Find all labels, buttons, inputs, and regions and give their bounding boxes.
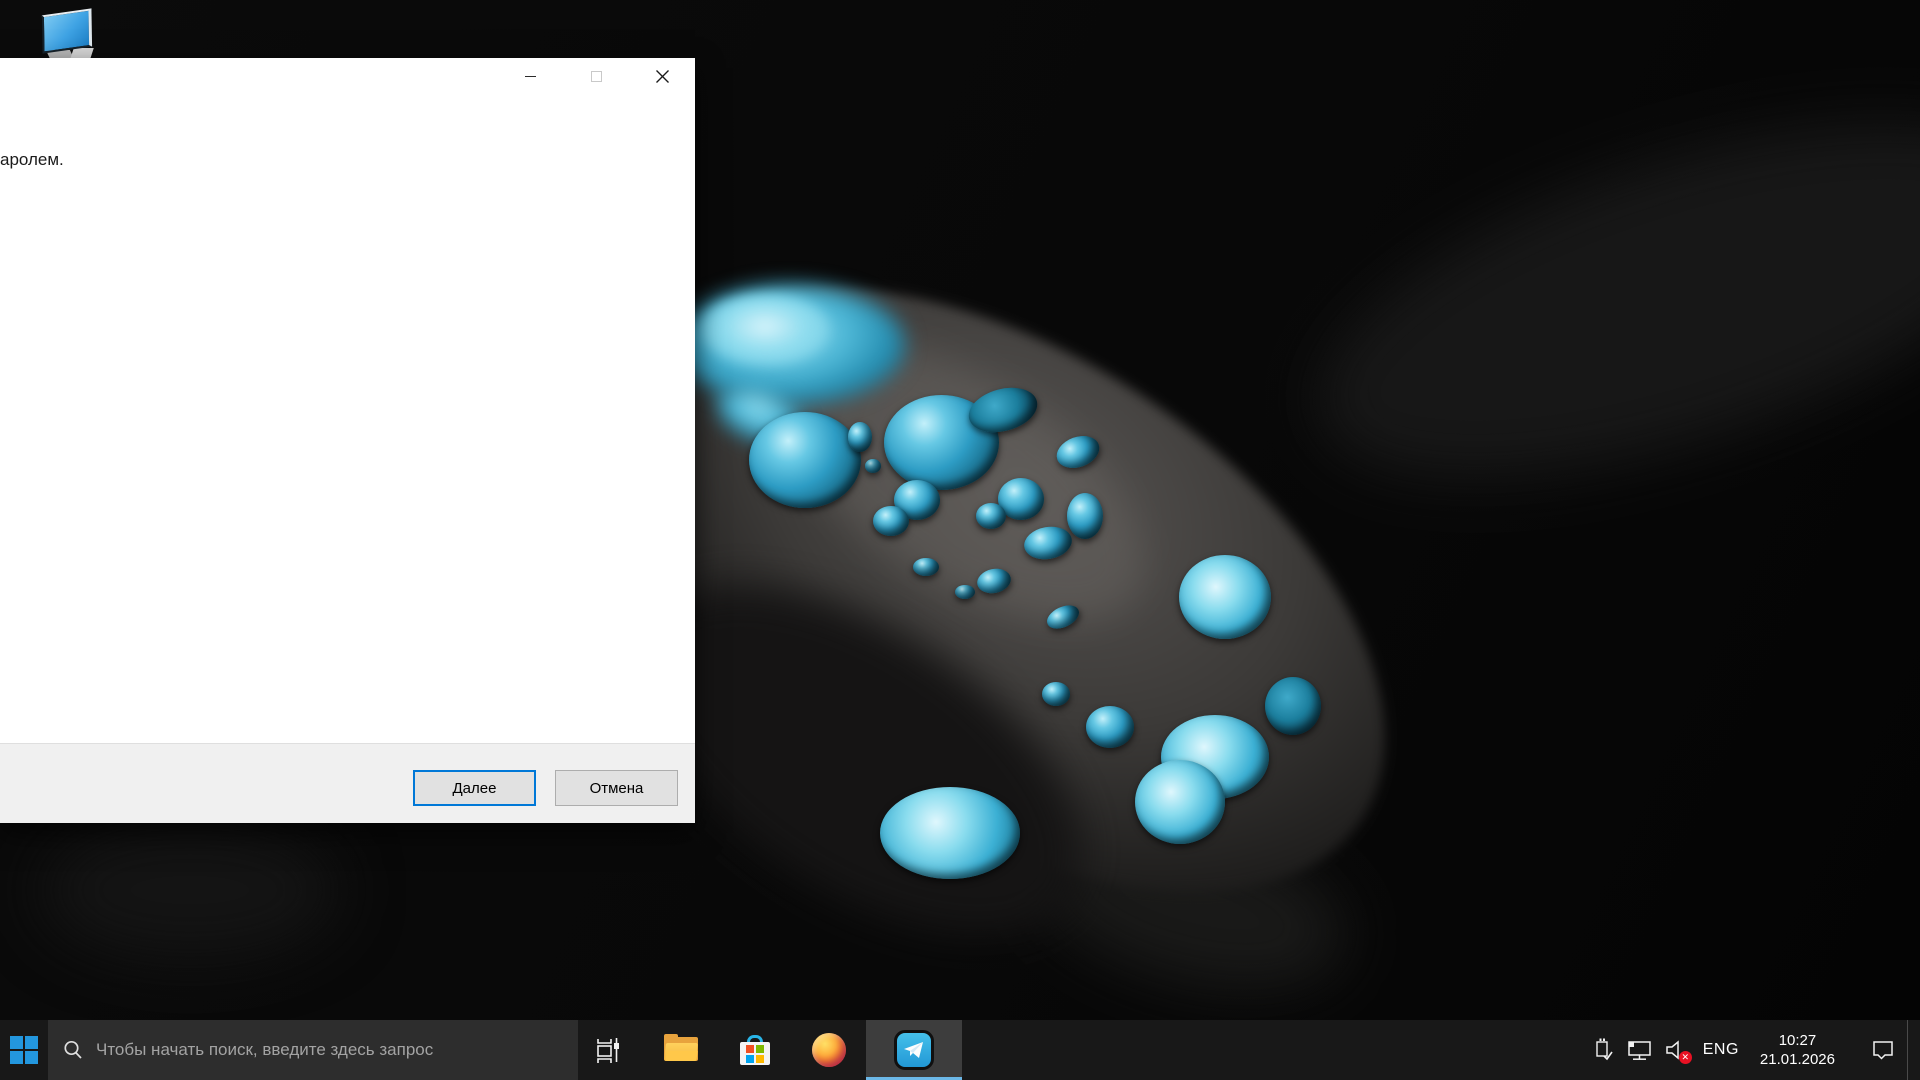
water-droplet [1135, 760, 1225, 844]
network-ethernet-icon[interactable] [1625, 1038, 1653, 1062]
search-input[interactable] [94, 1039, 554, 1061]
next-button[interactable]: Далее [413, 770, 536, 806]
window-caption-buttons [497, 58, 695, 95]
start-button[interactable] [0, 1020, 48, 1080]
water-droplet [865, 459, 881, 473]
water-droplet [1179, 555, 1271, 639]
minimize-button[interactable] [497, 58, 563, 95]
system-tray: ✕ ENG 10:27 21.01.2026 [1592, 1020, 1920, 1080]
task-view-icon [597, 1038, 619, 1063]
wallpaper-bokeh [40, 820, 340, 960]
file-explorer-button[interactable] [644, 1020, 718, 1080]
usb-device-icon[interactable] [1592, 1037, 1614, 1063]
clock-date: 21.01.2026 [1759, 1051, 1835, 1068]
minimize-icon [524, 75, 536, 78]
volume-muted-icon[interactable]: ✕ [1664, 1038, 1692, 1064]
taskbar-search[interactable] [48, 1020, 578, 1080]
wallpaper-blur-drop-core [700, 295, 830, 365]
wizard-dialog: аролем. Далее Отмена [0, 58, 695, 823]
telegram-icon [894, 1030, 934, 1070]
microsoft-store-icon [740, 1035, 770, 1065]
action-center-icon [1873, 1041, 1893, 1060]
firefox-button[interactable] [792, 1020, 866, 1080]
firefox-icon [812, 1033, 846, 1067]
this-pc-monitor-icon [41, 8, 93, 54]
telegram-button-active[interactable] [866, 1020, 962, 1080]
pinned-apps [570, 1020, 962, 1080]
microsoft-store-button[interactable] [718, 1020, 792, 1080]
water-droplet [848, 422, 872, 452]
maximize-button-disabled [563, 58, 629, 95]
water-droplet [913, 558, 939, 576]
water-droplet [1042, 682, 1070, 706]
water-droplet [880, 787, 1020, 879]
water-droplet [1067, 493, 1103, 539]
language-indicator[interactable]: ENG [1699, 1041, 1743, 1059]
taskbar: ✕ ENG 10:27 21.01.2026 [0, 1020, 1920, 1080]
maximize-icon [590, 71, 602, 82]
water-droplet [955, 585, 975, 599]
windows-logo-icon [10, 1036, 38, 1064]
cancel-button[interactable]: Отмена [555, 770, 678, 806]
taskbar-clock[interactable]: 10:27 21.01.2026 [1754, 1031, 1841, 1069]
action-center-button[interactable] [1870, 1038, 1896, 1062]
show-desktop-button[interactable] [1907, 1020, 1912, 1080]
search-icon [64, 1040, 82, 1059]
water-droplet [1265, 677, 1321, 735]
water-droplet [1086, 706, 1134, 748]
dialog-footer: Далее Отмена [0, 743, 695, 823]
water-droplet [749, 412, 861, 508]
file-explorer-icon [664, 1034, 698, 1063]
desktop-icon-this-pc[interactable] [38, 6, 98, 62]
dialog-body-text: аролем. [0, 150, 64, 169]
desktop: аролем. Далее Отмена Чтобы начать поиск,… [0, 0, 1920, 1080]
close-icon [655, 70, 669, 83]
wallpaper-bokeh [1275, 49, 1920, 551]
volume-muted-badge: ✕ [1678, 1051, 1692, 1064]
close-button[interactable] [629, 58, 695, 95]
task-view-button[interactable] [570, 1020, 644, 1080]
water-droplet [873, 506, 909, 536]
water-droplet [976, 503, 1006, 529]
clock-time: 10:27 [1778, 1032, 1817, 1049]
